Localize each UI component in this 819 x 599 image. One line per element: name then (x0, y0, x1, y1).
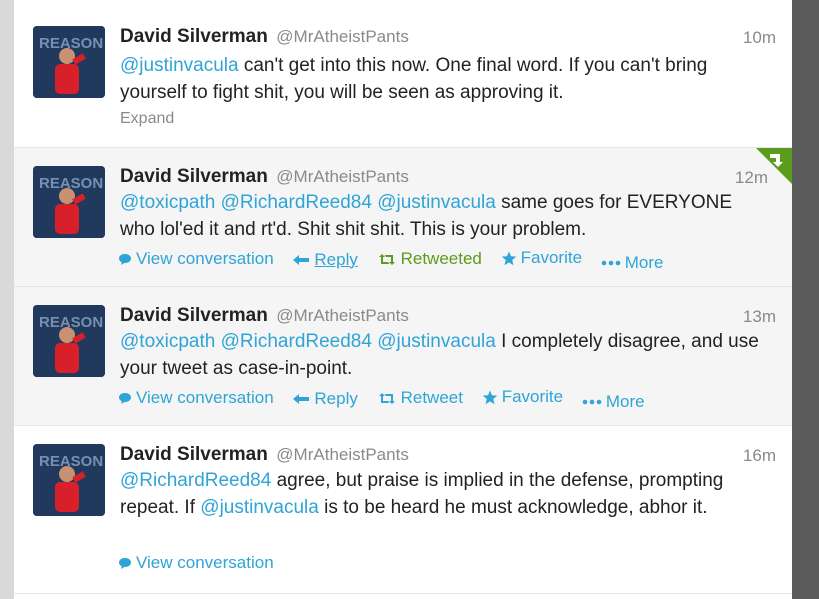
favorite-button[interactable]: Favorite (501, 248, 582, 268)
ellipsis-icon (601, 260, 621, 265)
reply-arrow-icon (293, 393, 310, 404)
tweet[interactable]: REASON David Silverman @MrAtheistPants 1… (14, 426, 792, 593)
view-conversation-link[interactable]: View conversation (118, 249, 274, 269)
star-icon (501, 251, 516, 265)
tweet-header: David Silverman @MrAtheistPants (120, 166, 409, 190)
favorite-button[interactable]: Favorite (482, 387, 563, 407)
mention-link[interactable]: @RichardReed84 (120, 470, 271, 491)
author-name[interactable]: David Silverman (120, 26, 268, 47)
tweet-header: David Silverman @MrAtheistPants (120, 305, 409, 329)
tweet-text: @toxicpath @RichardReed84 @justinvacula … (120, 328, 770, 382)
tweet[interactable]: REASON David Silverman @MrAtheistPants 1… (14, 8, 792, 148)
tweet-text: @toxicpath @RichardReed84 @justinvacula … (120, 189, 770, 243)
speech-bubble-icon (119, 253, 131, 265)
avatar[interactable]: REASON (33, 166, 105, 238)
tweet-text: @RichardReed84 agree, but praise is impl… (120, 467, 770, 521)
avatar[interactable]: REASON (33, 26, 105, 98)
speech-bubble-icon (119, 392, 131, 404)
avatar[interactable]: REASON (33, 305, 105, 377)
tweet-text: @justinvacula can't get into this now. O… (120, 52, 770, 106)
author-handle[interactable]: @MrAtheistPants (276, 445, 409, 464)
expand-link[interactable]: Expand (120, 110, 174, 128)
view-conversation-link[interactable]: View conversation (118, 388, 274, 408)
mention-link[interactable]: @justinvacula (200, 497, 319, 518)
speech-bubble-icon (119, 557, 131, 569)
ellipsis-icon (582, 399, 602, 404)
timestamp[interactable]: 12m (735, 168, 768, 188)
timestamp[interactable]: 16m (743, 446, 776, 466)
left-background-strip (0, 0, 14, 599)
tweet-actions: View conversation Reply Retweet Favorite… (118, 387, 659, 412)
avatar-image: REASON (33, 166, 105, 238)
right-scrollbar-area[interactable] (792, 0, 819, 599)
mention-link[interactable]: @RichardReed84 (221, 192, 372, 213)
author-handle[interactable]: @MrAtheistPants (276, 27, 409, 46)
avatar-image: REASON (33, 26, 105, 98)
tweet-header: David Silverman @MrAtheistPants (120, 444, 409, 468)
reply-arrow-icon (293, 254, 310, 265)
reply-button[interactable]: Reply (292, 250, 358, 270)
avatar-image: REASON (33, 305, 105, 377)
star-icon (482, 390, 497, 404)
retweet-icon (378, 392, 395, 404)
tweet-actions: View conversation Reply Retweeted Favori… (118, 248, 678, 273)
author-name[interactable]: David Silverman (120, 166, 268, 187)
mention-link[interactable]: @toxicpath (120, 331, 215, 352)
timestamp[interactable]: 13m (743, 307, 776, 327)
retweet-icon (378, 253, 395, 265)
text-segment: is to be heard he must acknowledge, abho… (318, 497, 708, 518)
retweet-button[interactable]: Retweet (377, 388, 463, 408)
more-button[interactable]: More (582, 392, 645, 412)
tweet-stream: REASON David Silverman @MrAtheistPants 1… (14, 0, 792, 599)
tweet-header: David Silverman @MrAtheistPants (120, 26, 409, 50)
mention-link[interactable]: @justinvacula (120, 55, 239, 76)
more-button[interactable]: More (601, 253, 664, 273)
timestamp[interactable]: 10m (743, 28, 776, 48)
author-name[interactable]: David Silverman (120, 444, 268, 465)
mention-link[interactable]: @justinvacula (377, 192, 496, 213)
view-conversation-link[interactable]: View conversation (118, 553, 274, 573)
author-name[interactable]: David Silverman (120, 305, 268, 326)
tweet[interactable]: REASON David Silverman @MrAtheistPants 1… (14, 287, 792, 426)
author-handle[interactable]: @MrAtheistPants (276, 167, 409, 186)
retweet-button[interactable]: Retweeted (377, 249, 482, 269)
reply-button[interactable]: Reply (292, 389, 358, 409)
divider (14, 593, 792, 594)
mention-link[interactable]: @RichardReed84 (221, 331, 372, 352)
mention-link[interactable]: @toxicpath (120, 192, 215, 213)
avatar[interactable]: REASON (33, 444, 105, 516)
tweet-actions: View conversation (118, 553, 288, 575)
tweet[interactable]: REASON David Silverman @MrAtheistPants 1… (14, 148, 792, 287)
avatar-image: REASON (33, 444, 105, 516)
mention-link[interactable]: @justinvacula (377, 331, 496, 352)
author-handle[interactable]: @MrAtheistPants (276, 306, 409, 325)
